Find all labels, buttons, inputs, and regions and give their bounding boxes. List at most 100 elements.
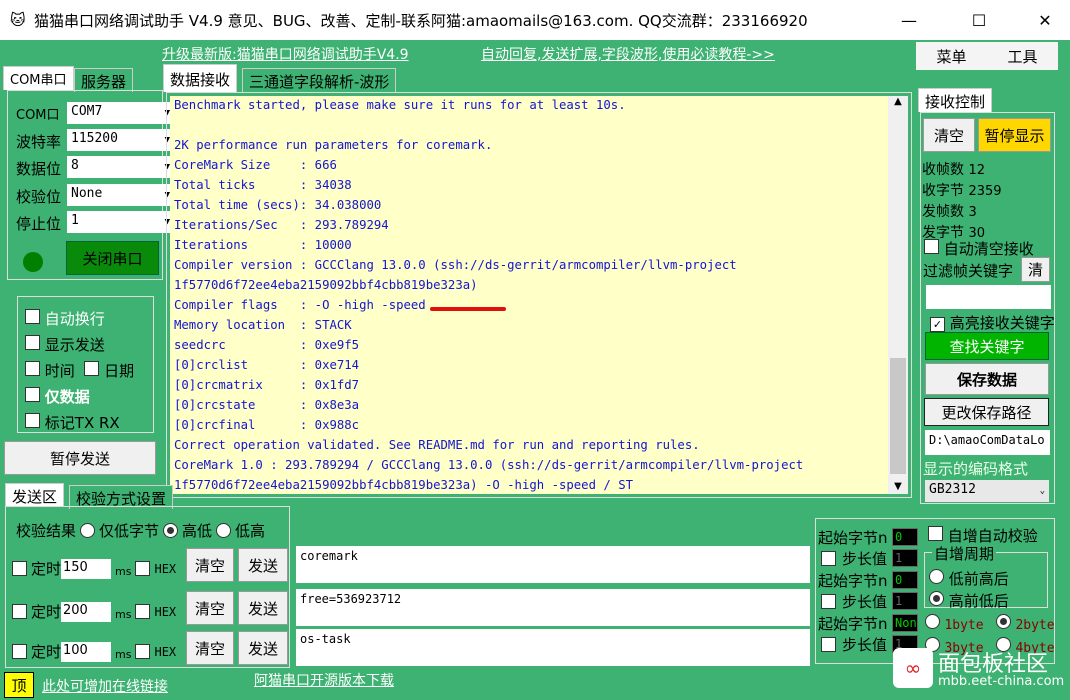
radio-low-byte[interactable] [80,523,96,538]
tab-com[interactable]: COM串口 [3,66,74,90]
highlight-checkbox[interactable]: ✓ [930,317,945,332]
period-label: 自增周期 [932,543,997,564]
send-text-input[interactable]: os-task [296,629,810,666]
hex-checkbox[interactable] [135,561,151,576]
stopbits-value: 1 [71,213,79,228]
radio-low-first[interactable] [929,569,944,584]
step-input[interactable]: 1 [892,549,918,567]
close-button[interactable]: ✕ [1022,0,1068,40]
save-data-button[interactable]: 保存数据 [925,363,1049,395]
find-keyword-button[interactable]: 查找关键字 [925,332,1049,360]
close-port-button[interactable]: 关闭串口 [66,241,159,275]
menu-button[interactable]: 菜单 [936,46,966,67]
pause-send-button[interactable]: 暂停发送 [4,441,156,475]
rx-frames-label: 收帧数 [922,162,964,178]
ms-label: ms [115,648,132,661]
rx-frames-value: 12 [968,163,985,178]
radio-high-low[interactable] [163,523,179,538]
window-title: 猫猫串口网络调试助手 V4.9 意见、BUG、改善、定制-联系阿猫:amaoma… [34,11,808,30]
tab-send-area[interactable]: 发送区 [5,483,65,507]
send-text-input[interactable]: free=536923712 [296,589,810,626]
add-link[interactable]: 此处可增加在线链接 [42,676,168,696]
receive-textarea[interactable]: Benchmark started, please make sure it r… [170,96,888,494]
receive-line: CoreMark 1.0 : 293.789294 / GCCClang 13.… [174,458,804,472]
timer-interval-input[interactable]: 200 [61,601,112,622]
tab-server[interactable]: 服务器 [74,68,134,92]
timer-interval-input[interactable]: 150 [61,558,112,579]
step-checkbox[interactable] [821,637,836,652]
hex-checkbox[interactable] [135,604,151,619]
auto-check-checkbox[interactable] [928,526,943,541]
receive-scrollbar[interactable]: ▲ ▼ [888,96,908,494]
tx-frames-value: 3 [968,205,977,220]
clear-send-button[interactable]: 清空 [186,631,234,665]
send-text-input[interactable]: coremark [296,546,810,583]
timer-interval-input[interactable]: 100 [61,641,112,662]
pause-display-button[interactable]: 暂停显示 [978,118,1051,152]
start-byte-input[interactable]: 0 [892,528,918,546]
maximize-button[interactable]: ☐ [956,0,1002,40]
tab-waveform[interactable]: 三通道字段解析-波形 [242,68,397,92]
time-checkbox[interactable] [25,361,40,376]
timer-checkbox[interactable] [12,644,27,659]
baud-select[interactable]: 115200 ▼ [67,129,174,151]
top-button[interactable]: 顶 [4,672,34,698]
start-byte-input[interactable]: 0 [892,571,918,589]
receive-line: Memory location : STACK [174,318,352,332]
clear-send-button[interactable]: 清空 [186,548,234,582]
tab-receive-control[interactable]: 接收控制 [918,88,993,112]
show-send-label: 显示发送 [44,336,105,354]
low-high-label: 低高 [235,522,266,540]
hex-checkbox[interactable] [135,644,151,659]
clear-send-button[interactable]: 清空 [186,591,234,625]
auto-wrap-checkbox[interactable] [25,309,40,324]
scroll-thumb[interactable] [890,358,906,474]
hex-label: HEX [154,644,177,659]
start-byte-input[interactable]: Non [892,614,918,632]
com-select[interactable]: COM7 ▼ [67,102,174,124]
minimize-button[interactable]: — [886,0,932,40]
send-button[interactable]: 发送 [238,548,288,582]
scroll-down-icon[interactable]: ▼ [888,481,908,492]
menu-bar: 菜单 工具 [916,42,1058,70]
send-button[interactable]: 发送 [238,591,288,625]
tutorial-link[interactable]: 自动回复,发送扩展,字段波形,使用必读教程->> [481,44,775,64]
radio-1byte[interactable] [925,614,940,629]
data-only-checkbox[interactable] [25,387,40,402]
parity-select[interactable]: None ▼ [67,184,174,206]
clear-receive-button[interactable]: 清空 [923,118,975,152]
filter-clear-button[interactable]: 清 [1021,257,1050,282]
radio-2byte[interactable] [996,614,1011,629]
timer-checkbox[interactable] [12,604,27,619]
scroll-up-icon[interactable]: ▲ [888,96,908,107]
save-path-input[interactable]: D:\amaoComDataLo [925,430,1050,455]
encoding-select[interactable]: GB2312 ⌄ [925,480,1049,502]
filter-input[interactable] [926,285,1051,309]
databits-select[interactable]: 8 ▼ [67,156,174,178]
tab-data-receive[interactable]: 数据接收 [163,64,238,92]
ms-label: ms [115,608,132,621]
step-input[interactable]: 1 [892,592,918,610]
radio-high-first[interactable] [929,591,944,606]
step-label: 步长值 [842,593,888,611]
step-checkbox[interactable] [821,551,836,566]
show-send-checkbox[interactable] [25,335,40,350]
tools-button[interactable]: 工具 [1007,46,1037,67]
date-checkbox[interactable] [84,361,100,376]
opensource-link[interactable]: 阿猫串口开源版本下载 [254,670,394,690]
stopbits-select[interactable]: 1 ▼ [67,211,174,233]
upgrade-link[interactable]: 升级最新版:猫猫串口网络调试助手V4.9 [162,44,409,64]
show-send-option[interactable]: 显示发送 [25,332,134,358]
auto-clear-checkbox[interactable] [924,239,939,254]
step-checkbox[interactable] [821,594,836,609]
timer-checkbox[interactable] [12,561,27,576]
send-row-timer: 定时 150 ms HEX [12,558,176,579]
change-save-path-button[interactable]: 更改保存路径 [924,398,1049,426]
radio-low-high[interactable] [216,523,232,538]
auto-wrap-option[interactable]: 自动换行 [25,306,134,332]
send-button[interactable]: 发送 [238,631,288,665]
tx-frames-label: 发帧数 [922,204,964,220]
baud-value: 115200 [71,131,118,146]
mark-txrx-checkbox[interactable] [25,413,40,428]
stopbits-label: 停止位 [16,215,62,233]
